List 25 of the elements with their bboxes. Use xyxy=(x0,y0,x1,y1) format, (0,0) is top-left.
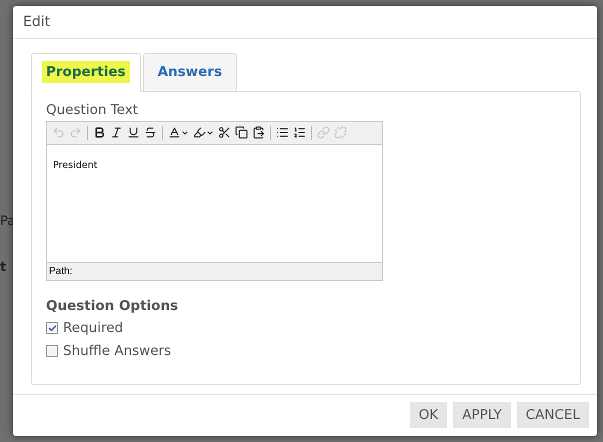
checkbox-label: Shuffle Answers xyxy=(63,343,172,360)
tab[interactable]: Properties xyxy=(31,52,141,92)
highlighter-icon[interactable] xyxy=(192,125,215,140)
rich-text-editor[interactable]: President Path: xyxy=(46,120,383,281)
numbered-list-icon[interactable] xyxy=(292,125,307,140)
dialog-button[interactable]: CANCEL xyxy=(516,402,589,428)
italic-icon[interactable] xyxy=(109,125,124,140)
dialog-title: Edit xyxy=(23,14,50,30)
checkbox[interactable] xyxy=(46,322,58,334)
editor-text: President xyxy=(53,160,98,171)
background-text: t xyxy=(0,260,6,275)
dialog-button[interactable]: OK xyxy=(410,402,448,428)
section-heading: Question Options xyxy=(46,298,180,314)
checkbox[interactable] xyxy=(46,345,58,358)
dialog-button[interactable]: APPLY xyxy=(453,402,511,428)
tab[interactable]: Answers xyxy=(142,52,237,92)
text-color-icon[interactable] xyxy=(167,125,190,140)
underline-icon[interactable] xyxy=(126,125,141,140)
path-label: Path: xyxy=(49,266,72,277)
field-label: Question Text xyxy=(46,102,139,118)
paste-icon[interactable] xyxy=(251,125,266,140)
copy-icon[interactable] xyxy=(234,125,249,140)
checkbox-label: Required xyxy=(63,320,124,336)
strikethrough-icon[interactable] xyxy=(143,125,158,140)
scissors-icon[interactable] xyxy=(217,125,232,140)
